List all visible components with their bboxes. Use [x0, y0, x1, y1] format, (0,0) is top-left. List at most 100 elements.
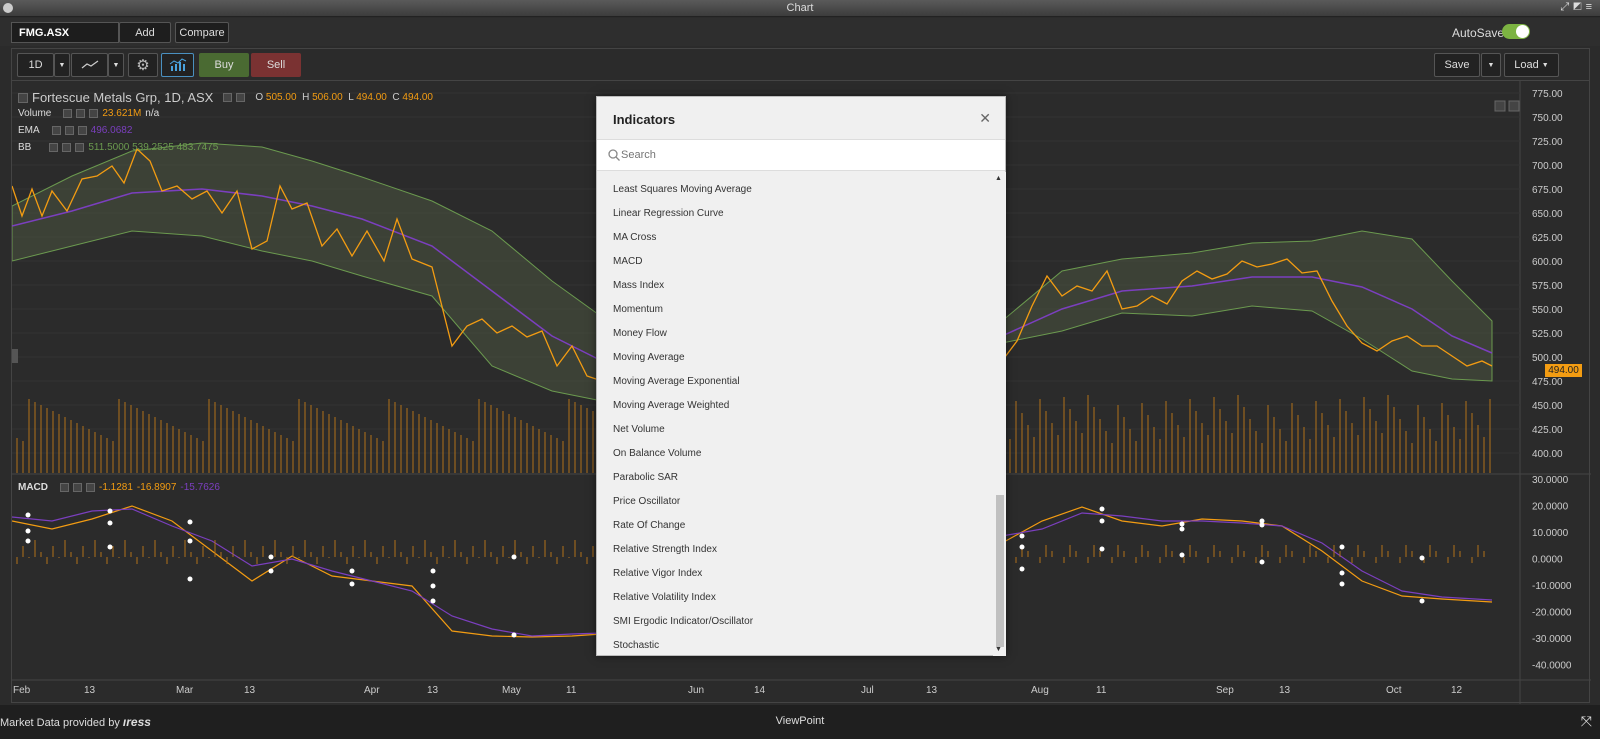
price-axis-label: 675.00 [1532, 185, 1563, 196]
indicator-item[interactable]: Relative Vigor Index [613, 568, 702, 579]
indicator-item[interactable]: Price Oscillator [613, 496, 680, 507]
pane-up-button [1494, 100, 1506, 112]
modal-header: Indicators ✕ [597, 97, 1005, 140]
list-scrollbar[interactable]: ▲ ▼ [993, 172, 1006, 656]
legend-remove-icon[interactable] [86, 483, 95, 492]
price-axis-label: 475.00 [1532, 377, 1563, 388]
low-label: L [348, 92, 354, 103]
time-axis-label: 11 [566, 685, 577, 696]
price-axis-label: 400.00 [1532, 449, 1563, 460]
legend-hide-icon[interactable] [73, 483, 82, 492]
volume-na: n/a [145, 108, 160, 119]
scroll-up-icon[interactable]: ▲ [995, 175, 1002, 182]
indicator-item[interactable]: Money Flow [613, 328, 667, 339]
macd-cross-marker [1419, 555, 1425, 561]
scroll-down-icon[interactable]: ▼ [995, 646, 1002, 653]
indicator-item[interactable]: Moving Average Weighted [613, 400, 729, 411]
time-axis-label: Sep [1216, 685, 1234, 696]
legend-settings-icon[interactable] [60, 483, 69, 492]
time-axis-label: Aug [1031, 685, 1049, 696]
search-input[interactable] [621, 145, 991, 165]
indicator-item[interactable]: Mass Index [613, 280, 664, 291]
open-label: O [255, 92, 264, 103]
macd-cross-marker [349, 581, 355, 587]
main-legend: Fortescue Metals Grp, 1D, ASX O 505.00 H… [18, 90, 433, 105]
indicator-item[interactable]: Moving Average [613, 352, 685, 363]
bb-band-right [1001, 230, 1493, 382]
expand-icon[interactable]: ⤢ [1560, 1, 1573, 13]
macd-axis-label: -20.0000 [1532, 608, 1572, 619]
chart-type-select[interactable] [71, 53, 108, 77]
macd-cross-marker [1419, 598, 1425, 604]
compare-button[interactable]: Compare [175, 22, 229, 43]
time-axis-label: 11 [1096, 685, 1107, 696]
indicator-item[interactable]: Least Squares Moving Average [613, 184, 752, 195]
legend-settings-icon[interactable] [51, 126, 61, 135]
bb-label: BB [18, 142, 32, 153]
macd-cross-marker [1339, 544, 1345, 550]
save-dropdown-button[interactable]: ▼ [1481, 53, 1501, 77]
indicator-item[interactable]: Parabolic SAR [613, 472, 678, 483]
autosave-toggle[interactable] [1502, 24, 1530, 39]
low-value: 494.00 [356, 92, 387, 103]
scroll-thumb[interactable] [996, 495, 1004, 647]
open-value: 505.00 [265, 92, 297, 103]
time-axis-label: 13 [244, 685, 256, 696]
indicator-item[interactable]: Relative Strength Index [613, 544, 717, 555]
indicator-item[interactable]: Rate Of Change [613, 520, 685, 531]
macd-cross-marker [187, 576, 193, 582]
macd-cross-marker [1019, 544, 1025, 550]
indicator-item[interactable]: Stochastic [613, 640, 659, 651]
indicator-item[interactable]: MA Cross [613, 232, 656, 243]
fullscreen-icon[interactable]: ⤧ [1581, 713, 1592, 730]
save-button[interactable]: Save [1434, 53, 1480, 77]
add-button[interactable]: Add [119, 22, 171, 43]
sell-button[interactable]: Sell [251, 53, 301, 77]
load-button[interactable]: Load ▼ [1504, 53, 1559, 77]
menu-icon[interactable]: ≡ [1586, 1, 1596, 13]
window-title-bar: Chart ⤢◩≡ [0, 0, 1600, 17]
indicators-button[interactable] [161, 53, 194, 77]
popout-icon[interactable]: ◩ [1573, 1, 1585, 13]
macd-cross-marker [107, 520, 113, 526]
settings-button[interactable]: ⚙ [128, 53, 158, 77]
close-icon[interactable]: ✕ [979, 110, 991, 127]
search-icon [608, 149, 620, 161]
legend-hide-icon[interactable] [62, 143, 72, 152]
legend-remove-icon[interactable] [89, 109, 99, 118]
indicator-item[interactable]: Moving Average Exponential [613, 376, 740, 387]
price-axis-label: 625.00 [1532, 233, 1563, 244]
indicator-item[interactable]: Relative Volatility Index [613, 592, 716, 603]
legend-settings-icon[interactable] [49, 143, 59, 152]
chart-type-dropdown-button[interactable]: ▼ [108, 53, 124, 77]
macd-cross-marker [1179, 526, 1185, 532]
legend-hide-icon[interactable] [76, 109, 86, 118]
macd-cross-marker [349, 568, 355, 574]
interval-select[interactable]: 1D [17, 53, 54, 77]
legend-remove-icon[interactable] [75, 143, 85, 152]
legend-hide-icon[interactable] [64, 126, 74, 135]
price-axis-label: 575.00 [1532, 281, 1563, 292]
time-axis-label: 12 [1451, 685, 1463, 696]
time-axis-label: 13 [84, 685, 96, 696]
indicator-item[interactable]: On Balance Volume [613, 448, 701, 459]
legend-remove-icon[interactable] [77, 126, 87, 135]
legend-settings-icon[interactable] [223, 93, 233, 102]
indicator-item[interactable]: SMI Ergodic Indicator/Oscillator [613, 616, 753, 627]
buy-button[interactable]: Buy [199, 53, 249, 77]
indicator-item[interactable]: Net Volume [613, 424, 665, 435]
legend-settings-icon[interactable] [63, 109, 73, 118]
close-label: C [392, 92, 400, 103]
macd-axis-label: 10.0000 [1532, 528, 1569, 539]
indicator-item[interactable]: Linear Regression Curve [613, 208, 724, 219]
interval-dropdown-button[interactable]: ▼ [54, 53, 70, 77]
indicators-icon [169, 58, 186, 71]
collapse-icon[interactable] [18, 92, 28, 103]
indicator-item[interactable]: MACD [613, 256, 642, 267]
symbol-input[interactable] [11, 22, 119, 43]
line-chart-icon [81, 60, 98, 69]
price-axis-label: 725.00 [1532, 137, 1563, 148]
macd-cross-marker [511, 554, 517, 560]
indicator-item[interactable]: Momentum [613, 304, 663, 315]
legend-hide-icon[interactable] [236, 93, 246, 102]
